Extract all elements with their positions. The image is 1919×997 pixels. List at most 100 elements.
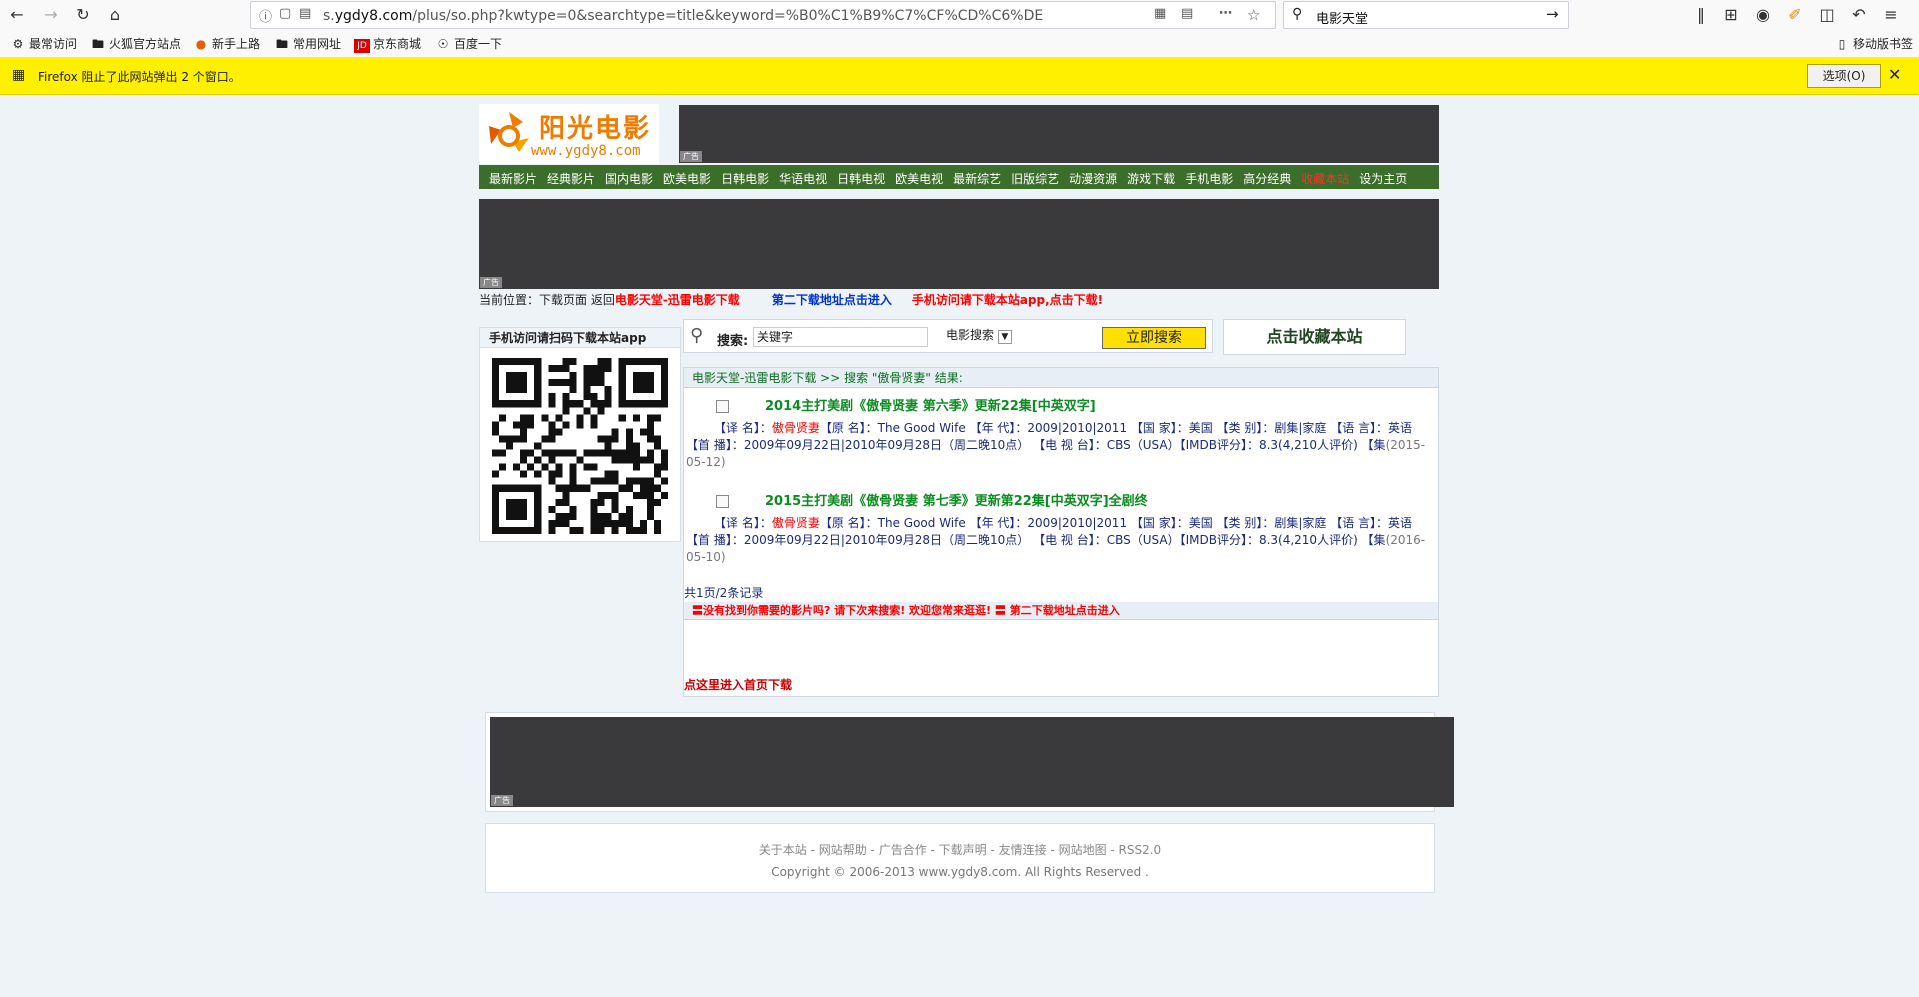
bottom-ad-frame: 广告 <box>485 712 1454 812</box>
search-now-button[interactable]: 立即搜索 <box>1102 327 1206 349</box>
qrcode-icon[interactable]: ▦ <box>1154 6 1166 21</box>
bookmark-label: 百度一下 <box>454 37 503 51</box>
brush-icon[interactable]: ✐ <box>1784 4 1806 26</box>
home-icon[interactable]: ⌂ <box>104 4 126 26</box>
not-found-notice[interactable]: 〓没有找到你需要的影片吗? 请下次来搜索! 欢迎您常来逛逛! 〓 第二下载地址点… <box>684 602 1438 620</box>
chevron-down-icon: ▼ <box>997 330 1012 344</box>
info-icon[interactable]: ⓘ <box>259 6 272 25</box>
bookmark-firefox-official[interactable]: 🖿 火狐官方站点 <box>90 35 181 56</box>
wide-ad-banner[interactable]: 广告 <box>479 199 1439 289</box>
footer-copyright: Copyright © 2006-2013 www.ygdy8.com. All… <box>771 865 1149 879</box>
chat-icon[interactable]: ◉ <box>1752 4 1774 26</box>
search-value: 电影天堂 <box>1316 12 1369 27</box>
close-icon[interactable]: ✕ <box>1888 65 1901 84</box>
desc-field: 【译 名】： <box>714 516 772 530</box>
folder-icon: 🖿 <box>91 37 104 51</box>
bookmark-star-icon[interactable]: ☆ <box>1247 6 1260 24</box>
search-label: 搜索: <box>717 334 749 349</box>
browser-toolbar: ← → ↻ ⌂ ⓘ ▢ ▤ s.ygdy8.com/plus/so.php?kw… <box>0 0 1919 58</box>
nav-item[interactable]: 最新影片 <box>489 172 537 186</box>
result-checkbox[interactable] <box>716 400 729 413</box>
app-download-link[interactable]: 手机访问请下载本站app,点击下载! <box>912 293 1103 307</box>
result-title-text: 2014主打美剧《傲骨贤妻 第六季》更新22集[中英双字] <box>765 399 1096 414</box>
qr-code[interactable] <box>492 358 668 534</box>
library-icon[interactable]: ‖ <box>1690 4 1712 26</box>
nav-list: 最新影片 经典影片 国内电影 欧美电影 日韩电影 华语电视 日韩电视 欧美电视 最新综艺 旧版综艺… <box>489 170 1417 187</box>
folder-icon: 🖿 <box>275 37 288 51</box>
bookmark-getting-started[interactable]: ● 新手上路 <box>193 35 260 52</box>
breadcrumb-home-link[interactable]: 电影天堂-迅雷电影下载 <box>615 293 740 307</box>
search-bar[interactable]: ⚲ 电影天堂 → <box>1283 1 1569 29</box>
options-button[interactable]: 选项(O) <box>1807 64 1881 88</box>
nav-item[interactable]: 手机电影 <box>1185 172 1233 186</box>
sidebar-icon[interactable]: ◫ <box>1816 4 1838 26</box>
nav-item[interactable]: 旧版综艺 <box>1011 172 1059 186</box>
bookmark-most-visited[interactable]: ⚙ 最常访问 <box>10 35 77 52</box>
qr-title: 手机访问请扫码下载本站app <box>480 328 680 348</box>
firefox-icon: ● <box>195 37 207 51</box>
permissions-icon[interactable]: ▢ <box>279 6 291 21</box>
url-domain: ygdy8.com <box>334 8 413 24</box>
nav-item[interactable]: 欧美电视 <box>895 172 943 186</box>
nav-item[interactable]: 日韩电视 <box>837 172 885 186</box>
result-checkbox[interactable] <box>716 495 729 508</box>
menu-icon[interactable]: ≡ <box>1880 4 1902 26</box>
go-arrow-icon[interactable]: → <box>1546 5 1559 23</box>
nav-item[interactable]: 收藏本站 <box>1301 172 1349 186</box>
bottom-ad-banner[interactable]: 广告 <box>490 717 1454 807</box>
search-icon: ⚲ <box>1292 6 1303 22</box>
nav-item[interactable]: 游戏下载 <box>1127 172 1175 186</box>
nav-item[interactable]: 高分经典 <box>1243 172 1291 186</box>
nav-item[interactable]: 欧美电影 <box>663 172 711 186</box>
search-type-select[interactable]: 电影搜索 ▼ <box>946 326 1012 344</box>
ad-label: 广告 <box>680 151 702 162</box>
home-download-link[interactable]: 点这里进入首页下载 <box>684 676 792 693</box>
footer-links[interactable]: 关于本站 - 网站帮助 - 广告合作 - 下载声明 - 友情连接 - 网站地图 … <box>486 841 1434 858</box>
results-heading: 电影天堂-迅雷电影下载 >> 搜索 "傲骨贤妻" 结果: <box>684 368 1438 388</box>
nav-item[interactable]: 设为主页 <box>1359 172 1407 186</box>
bookmark-label: 移动版书签 <box>1853 37 1914 51</box>
url-text[interactable]: s.ygdy8.com/plus/so.php?kwtype=0&searcht… <box>323 8 1043 24</box>
nav-item[interactable]: 最新综艺 <box>953 172 1001 186</box>
reload-icon[interactable]: ↻ <box>72 4 94 26</box>
result-title[interactable]: 2015主打美剧《傲骨贤妻 第七季》更新第22集[中英双字]全剧终 <box>716 490 1148 509</box>
nav-item[interactable]: 国内电影 <box>605 172 653 186</box>
main-nav: 最新影片 经典影片 国内电影 欧美电影 日韩电影 华语电视 日韩电视 欧美电视 最新综艺 旧版综艺… <box>479 165 1439 189</box>
nav-item[interactable]: 经典影片 <box>547 172 595 186</box>
second-download-link[interactable]: 第二下载地址点击进入 <box>772 293 892 307</box>
nav-item[interactable]: 动漫资源 <box>1069 172 1117 186</box>
more-actions-icon[interactable]: ⋯ <box>1219 6 1232 21</box>
forward-icon[interactable]: → <box>40 4 62 26</box>
url-bar[interactable]: ⓘ ▢ ▤ s.ygdy8.com/plus/so.php?kwtype=0&s… <box>250 1 1276 29</box>
site-logo[interactable]: 阳光电影 www.ygdy8.com <box>479 104 659 164</box>
result-title[interactable]: 2014主打美剧《傲骨贤妻 第六季》更新22集[中英双字] <box>716 395 1096 414</box>
ad-label: 广告 <box>480 277 502 288</box>
url-prefix: s. <box>323 8 335 24</box>
desc-highlight: 傲骨贤妻 <box>771 421 820 435</box>
page-icon: ▤ <box>299 6 312 21</box>
notification-text: Firefox 阻止了此网站弹出 2 个窗口。 <box>38 70 241 84</box>
bookmark-site-button[interactable]: 点击收藏本站 <box>1223 319 1406 355</box>
bookmark-jd[interactable]: JD 京东商城 <box>354 35 421 53</box>
bookmark-baidu[interactable]: ☉ 百度一下 <box>435 35 502 52</box>
reader-mode-icon[interactable]: ▤ <box>1181 6 1193 21</box>
bookmark-mobile[interactable]: ▯ 移动版书签 <box>1834 35 1913 52</box>
undo-icon[interactable]: ↶ <box>1848 4 1870 26</box>
bookmark-common-sites[interactable]: 🖿 常用网址 <box>274 35 341 56</box>
bookmark-label: 京东商城 <box>373 37 422 51</box>
back-icon[interactable]: ← <box>6 4 28 26</box>
keyword-input[interactable]: 关键字 <box>753 327 928 347</box>
result-description: 【译 名】：傲骨贤妻【原 名】：The Good Wife 【年 代】：2009… <box>686 420 1434 471</box>
url-path: /plus/so.php?kwtype=0&searchtype=title&k… <box>412 8 1044 24</box>
globe-icon: ☉ <box>437 37 449 51</box>
desc-highlight: 傲骨贤妻 <box>771 516 820 530</box>
bookmark-label: 常用网址 <box>293 37 342 51</box>
nav-item[interactable]: 日韩电影 <box>721 172 769 186</box>
screenshot-icon[interactable]: ⊞ <box>1720 4 1742 26</box>
desc-field: 【译 名】： <box>714 421 772 435</box>
app-qr-panel: 手机访问请扫码下载本站app <box>479 327 681 542</box>
nav-item[interactable]: 华语电视 <box>779 172 827 186</box>
top-ad-banner[interactable]: 广告 <box>679 105 1439 163</box>
result-title-text: 2015主打美剧《傲骨贤妻 第七季》更新第22集[中英双字]全剧终 <box>765 494 1148 509</box>
result-description: 【译 名】：傲骨贤妻【原 名】：The Good Wife 【年 代】：2009… <box>686 515 1434 566</box>
